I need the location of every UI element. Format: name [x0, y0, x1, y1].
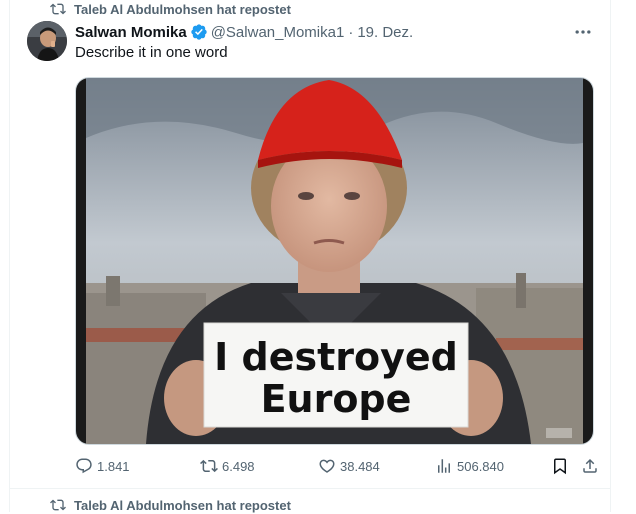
views-icon	[438, 459, 450, 473]
avatar[interactable]	[27, 21, 67, 61]
retweet-icon	[200, 459, 218, 473]
bookmark-icon[interactable]	[551, 457, 569, 475]
next-repost-context[interactable]: Taleb Al Abdulmohsen hat repostet	[50, 496, 291, 514]
tweet-image[interactable]: I destroyed Europe	[75, 77, 594, 445]
more-icon[interactable]	[573, 22, 593, 42]
like-button[interactable]: 38.484	[318, 456, 380, 476]
like-icon	[319, 459, 335, 473]
post-date[interactable]: 19. Dez.	[357, 24, 413, 41]
reply-count: 1.841	[97, 458, 130, 474]
share-icon[interactable]	[581, 457, 599, 475]
timeline: Taleb Al Abdulmohsen hat repostet Salwan…	[9, 0, 611, 514]
next-repost-context-label: Taleb Al Abdulmohsen hat repostet	[74, 497, 291, 513]
retweet-count: 6.498	[222, 458, 255, 474]
sign-line-2: Europe	[261, 377, 412, 421]
user-handle[interactable]: @Salwan_Momika1	[211, 24, 345, 41]
sign-line-1: I destroyed	[214, 335, 458, 379]
retweet-button[interactable]: 6.498	[200, 456, 255, 476]
tweet-actions: 1.841 6.498 38.484 506.840	[75, 456, 597, 476]
tweet-header: Salwan Momika @Salwan_Momika1 · 19. Dez.	[75, 22, 413, 42]
repost-context-label: Taleb Al Abdulmohsen hat repostet	[74, 1, 291, 17]
reply-button[interactable]: 1.841	[75, 456, 130, 476]
verified-badge-icon[interactable]	[190, 23, 208, 41]
reply-icon	[76, 458, 92, 474]
repost-icon	[50, 3, 66, 15]
tweet-divider	[10, 488, 610, 489]
repost-icon	[50, 499, 66, 511]
views-count: 506.840	[457, 458, 504, 474]
like-count: 38.484	[340, 458, 380, 474]
tweet-text: Describe it in one word	[75, 44, 228, 61]
repost-context[interactable]: Taleb Al Abdulmohsen hat repostet	[50, 0, 291, 18]
separator: ·	[348, 23, 354, 41]
views-button[interactable]: 506.840	[435, 456, 504, 476]
display-name[interactable]: Salwan Momika	[75, 24, 187, 41]
